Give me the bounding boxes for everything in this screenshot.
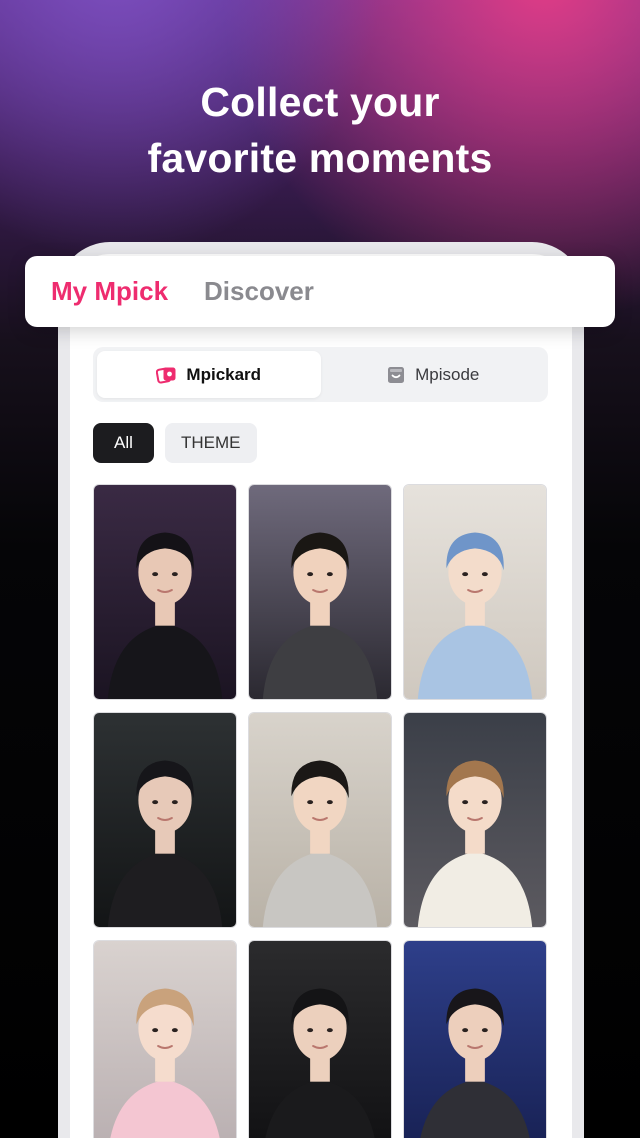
headline-line-1: Collect your	[200, 79, 440, 125]
portrait-image	[249, 941, 391, 1138]
portrait-image	[404, 941, 546, 1138]
promo-screen: Collect your favorite moments My Mpick D…	[0, 0, 640, 1138]
filter-theme[interactable]: THEME	[165, 423, 257, 463]
headline-line-2: favorite moments	[147, 135, 493, 181]
segment-mpisode[interactable]: Mpisode	[321, 351, 545, 398]
portrait-image	[94, 485, 236, 699]
segment-mpisode-label: Mpisode	[415, 364, 480, 384]
photo-card-car-selfie[interactable]	[248, 940, 392, 1138]
content-type-segment: Mpickard Mpisode	[93, 347, 548, 402]
portrait-image	[404, 713, 546, 927]
tab-discover[interactable]: Discover	[204, 276, 314, 307]
portrait-image	[94, 941, 236, 1138]
mpickard-card-icon	[156, 365, 178, 385]
segment-mpickard-label: Mpickard	[186, 364, 262, 384]
photo-card-stage-concert[interactable]	[403, 940, 547, 1138]
main-tab-bar: My Mpick Discover	[25, 256, 615, 327]
filter-chips: All THEME	[93, 423, 257, 463]
mpisode-album-icon	[385, 365, 407, 385]
photo-card-living-room[interactable]	[248, 712, 392, 928]
segment-mpickard[interactable]: Mpickard	[97, 351, 321, 398]
filter-all[interactable]: All	[93, 423, 154, 463]
photo-card-peace-sign[interactable]	[403, 712, 547, 928]
photo-card-blue-hair[interactable]	[403, 484, 547, 700]
photo-card-studio-selfie[interactable]	[248, 484, 392, 700]
portrait-image	[404, 485, 546, 699]
photo-card-backstage[interactable]	[93, 712, 237, 928]
photo-card-pink-outfit[interactable]	[93, 940, 237, 1138]
portrait-image	[94, 713, 236, 927]
headline: Collect your favorite moments	[0, 74, 640, 186]
portrait-image	[249, 485, 391, 699]
tab-my-mpick[interactable]: My Mpick	[51, 276, 168, 307]
photo-card-street-style[interactable]	[93, 484, 237, 700]
photo-card-grid	[93, 484, 548, 1138]
portrait-image	[249, 713, 391, 927]
